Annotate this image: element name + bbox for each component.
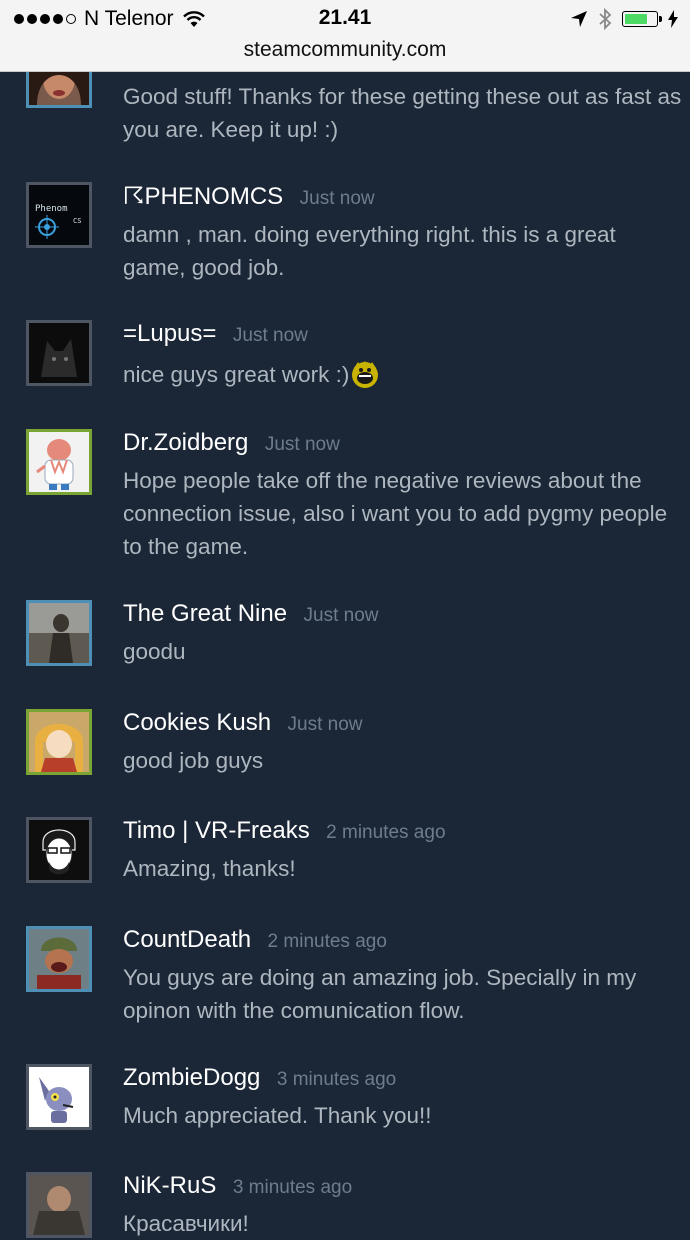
avatar[interactable] <box>26 926 92 992</box>
avatar[interactable] <box>26 429 92 495</box>
browser-status-bar: N Telenor 21.41 steamcommunity.com <box>0 0 690 72</box>
comment-author[interactable]: ZombieDogg <box>123 1064 260 1091</box>
comment-text: Hope people take off the negative review… <box>123 468 668 559</box>
avatar-image-drawn-face <box>29 820 89 880</box>
comment-timestamp: 3 minutes ago <box>232 1177 353 1198</box>
emoticon-icon <box>352 361 379 388</box>
comment-text: nice guys great work :) <box>123 362 350 387</box>
comment-header: ZombieDogg 3 minutes ago <box>123 1064 396 1092</box>
avatar-logo-text: Phenom <box>35 204 68 214</box>
comment-timestamp: 3 minutes ago <box>276 1069 397 1090</box>
avatar[interactable] <box>26 817 92 883</box>
comment-header: =Lupus= Just now <box>123 320 308 348</box>
avatar-image-zombie-dog <box>29 1067 89 1127</box>
avatar[interactable] <box>26 1172 92 1238</box>
comment-author[interactable]: =Lupus= <box>123 320 216 347</box>
bluetooth-icon <box>599 8 612 30</box>
comment-text: good job guys <box>123 748 264 773</box>
comment-timestamp: Just now <box>303 605 379 626</box>
url-bar[interactable]: steamcommunity.com <box>0 38 690 62</box>
comment-header: The Great Nine Just now <box>123 600 379 628</box>
comment-author[interactable]: CountDeath <box>123 926 251 953</box>
comment-text: You guys are doing an amazing job. Speci… <box>123 965 637 1023</box>
comment-timestamp: Just now <box>287 714 363 735</box>
avatar[interactable] <box>26 320 92 386</box>
comment-author[interactable]: Dr.Zoidberg <box>123 429 248 456</box>
comment-timestamp: 2 minutes ago <box>267 931 387 952</box>
battery-icon <box>622 11 662 27</box>
comment-header: Timo | VR-Freaks 2 minutes ago <box>123 817 446 845</box>
comment-timestamp: 2 minutes ago <box>326 822 446 843</box>
comment-text: Красавчики! <box>123 1211 249 1236</box>
status-icons <box>570 6 678 32</box>
comment-author[interactable]: NiK-RuS <box>123 1172 216 1199</box>
comment-text-container: nice guys great work :) <box>123 358 683 391</box>
location-arrow-icon <box>571 11 587 27</box>
avatar-image-zoidberg <box>29 432 89 492</box>
comment-header: NiK-RuS 3 minutes ago <box>123 1172 352 1200</box>
avatar[interactable] <box>26 1064 92 1130</box>
comment-text: Amazing, thanks! <box>123 856 296 881</box>
comment-text: damn , man. doing everything right. this… <box>123 222 616 280</box>
avatar[interactable] <box>26 600 92 666</box>
comment-author[interactable]: Timo | VR-Freaks <box>123 817 310 844</box>
battery-level-fill <box>625 14 647 24</box>
comment-author[interactable]: Cookies Kush <box>123 709 271 736</box>
avatar-image-phenom-logo: Phenom CS <box>29 185 89 245</box>
avatar-image-wolf <box>29 323 89 383</box>
comment-timestamp: Just now <box>232 325 308 346</box>
avatar-image-armored-man <box>29 1175 89 1235</box>
avatar-logo-text: CS <box>73 217 81 225</box>
avatar-image-soldier <box>29 603 89 663</box>
avatar[interactable]: Phenom CS <box>26 182 92 248</box>
comment-text: Much appreciated. Thank you!! <box>123 1103 432 1128</box>
comment-timestamp: Just now <box>264 434 340 455</box>
comment-text: Good stuff! Thanks for these getting the… <box>123 84 682 142</box>
comment-header: Dr.Zoidberg Just now <box>123 429 340 457</box>
avatar-image-anime-girl <box>29 712 89 772</box>
avatar[interactable] <box>26 709 92 775</box>
comment-header: ☈PHENOMCS Just now <box>123 182 375 211</box>
charging-bolt-icon <box>668 10 678 28</box>
comment-header: Cookies Kush Just now <box>123 709 363 737</box>
comment-header: CountDeath 2 minutes ago <box>123 926 387 954</box>
avatar-image-tf2-soldier <box>29 929 89 989</box>
comment-timestamp: Just now <box>299 188 375 209</box>
comment-author[interactable]: The Great Nine <box>123 600 287 627</box>
comment-text: goodu <box>123 639 186 664</box>
comment-author[interactable]: ☈PHENOMCS <box>123 183 283 210</box>
